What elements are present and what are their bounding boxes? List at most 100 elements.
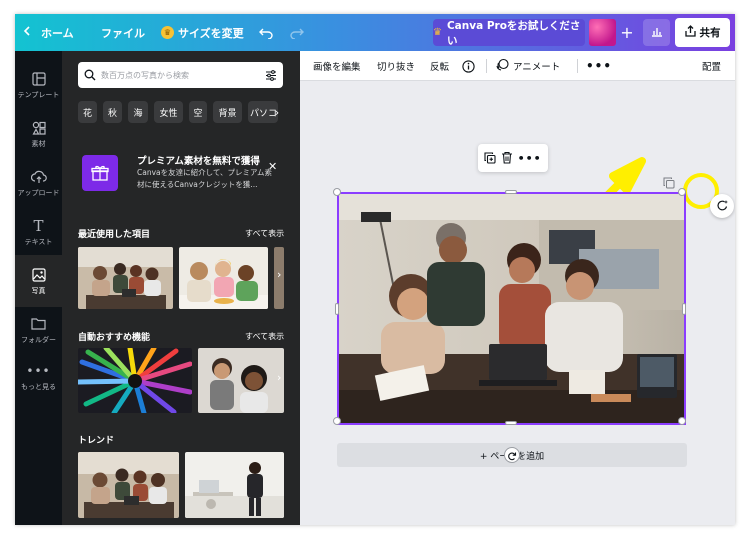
undo-icon[interactable] xyxy=(259,14,273,51)
promo-body: Canvaを友達に紹介して、プレミアム素材に使えるCanvaクレジットを獲... xyxy=(137,168,272,189)
template-icon xyxy=(31,71,47,87)
trend-photo-office[interactable] xyxy=(185,452,284,518)
search-icon xyxy=(84,66,96,85)
keyword-chip[interactable]: 海 xyxy=(128,101,148,123)
upload-icon xyxy=(30,169,47,185)
animate-button[interactable]: アニメート xyxy=(496,51,560,81)
crop-button[interactable]: 切り抜き xyxy=(377,51,415,81)
resize-handle-left[interactable] xyxy=(335,303,339,315)
rail-label: フォルダー xyxy=(21,335,56,344)
premium-promo-card[interactable]: プレミアム素材を無料で獲得 Canvaを友達に紹介して、プレミアム素材に使えるC… xyxy=(82,153,282,203)
keyword-chip[interactable]: 秋 xyxy=(103,101,122,123)
animate-label: アニメート xyxy=(513,62,561,73)
flip-button[interactable]: 反転 xyxy=(430,51,449,81)
auto-photo-kids[interactable] xyxy=(198,348,284,413)
home-label: ホーム xyxy=(41,26,74,40)
info-icon[interactable] xyxy=(462,51,475,81)
element-context-menu: ••• xyxy=(478,144,548,172)
design-canvas: ••• + xyxy=(300,81,735,525)
rail-item-templates[interactable]: テンプレート xyxy=(15,59,62,111)
add-member-button[interactable]: + xyxy=(617,19,637,46)
rail-item-elements[interactable]: 素材 xyxy=(15,108,62,160)
magic-edit-button[interactable] xyxy=(710,194,734,218)
recent-photo-meeting[interactable] xyxy=(78,247,173,309)
resize-handle-bottom-left[interactable] xyxy=(333,417,341,425)
rail-item-text[interactable]: T テキスト xyxy=(15,206,62,258)
auto-photo-pencils[interactable] xyxy=(78,348,192,413)
auto-section-title: 自動おすすめ機能 xyxy=(78,333,151,343)
rail-label: もっと見る xyxy=(21,382,56,391)
bar-chart-icon xyxy=(651,26,663,40)
team-meeting-photo xyxy=(339,194,684,423)
keyword-chip[interactable]: 背景 xyxy=(213,101,242,123)
insights-button[interactable] xyxy=(643,19,670,46)
keyword-chip[interactable]: 女性 xyxy=(154,101,183,123)
folder-icon xyxy=(31,316,47,332)
more-options-icon[interactable]: ••• xyxy=(518,152,542,165)
auto-see-all-link[interactable]: すべて表示 xyxy=(245,331,284,342)
resize-handle-bottom[interactable] xyxy=(505,421,517,425)
share-label: 共有 xyxy=(699,27,721,39)
rail-label: 写真 xyxy=(31,286,46,295)
duplicate-icon[interactable] xyxy=(484,149,496,168)
recent-section-title: 最近使用した項目 xyxy=(78,230,151,240)
redo-icon[interactable] xyxy=(290,14,304,51)
share-button[interactable]: 共有 xyxy=(675,18,730,47)
crown-icon: ♛ xyxy=(433,27,442,38)
rail-label: テンプレート xyxy=(17,90,60,99)
elements-icon xyxy=(31,120,47,136)
rail-item-uploads[interactable]: アップロード xyxy=(15,157,62,209)
chevron-right-icon[interactable]: › xyxy=(271,101,283,123)
rail-label: アップロード xyxy=(17,188,60,197)
home-button[interactable]: ホーム xyxy=(23,14,74,51)
trend-photo-meeting[interactable] xyxy=(78,452,179,518)
try-canva-pro-button[interactable]: ♛ Canva Proをお試しください xyxy=(433,19,585,47)
rail-item-more[interactable]: ••• もっと見る xyxy=(15,351,62,403)
trash-icon[interactable] xyxy=(501,149,513,168)
side-rail: テンプレート 素材 アップロード T テキスト 写真 フォルダー ••• もっと… xyxy=(15,51,62,525)
file-menu[interactable]: ファイル xyxy=(101,14,145,51)
rail-item-photos[interactable]: 写真 xyxy=(15,255,62,307)
selected-photo[interactable] xyxy=(333,188,686,425)
search-input[interactable] xyxy=(101,70,260,80)
rail-label: テキスト xyxy=(24,237,53,246)
photo-icon xyxy=(31,267,47,283)
resize-button[interactable]: ♛ サイズを変更 xyxy=(161,14,244,51)
arrange-button[interactable]: 配置 xyxy=(702,51,721,81)
resize-label: サイズを変更 xyxy=(178,26,244,40)
resize-handle-top-left[interactable] xyxy=(333,188,341,196)
keyword-chip[interactable]: 花 xyxy=(78,101,97,123)
more-icon: ••• xyxy=(26,363,51,378)
promo-title: プレミアム素材を無料で獲得 xyxy=(137,156,260,167)
more-options-icon[interactable]: ••• xyxy=(586,51,612,81)
trend-section-title: トレンド xyxy=(78,436,115,446)
animate-icon xyxy=(496,58,509,74)
resize-handle-right[interactable] xyxy=(682,303,686,315)
copy-style-icon[interactable] xyxy=(663,174,677,189)
rail-label: 素材 xyxy=(31,139,46,148)
chevron-right-icon[interactable]: › xyxy=(277,371,281,384)
edit-image-button[interactable]: 画像を編集 xyxy=(313,51,361,81)
photos-panel: 花 秋 海 女性 空 背景 パソコ › プレミアム素材を無料で獲得 Canvaを… xyxy=(62,51,300,525)
recent-photo-family[interactable] xyxy=(179,247,268,309)
editor-toolbar: 画像を編集 切り抜き 反転 アニメート ••• 配置 xyxy=(300,51,735,81)
resize-handle-top[interactable] xyxy=(505,190,517,194)
sparkle-refresh-icon xyxy=(716,197,729,216)
resize-handle-top-right[interactable] xyxy=(678,188,686,196)
close-icon[interactable]: ✕ xyxy=(268,160,277,173)
rotate-icon xyxy=(507,446,517,465)
keyword-chips: 花 秋 海 女性 空 背景 パソコ › xyxy=(78,101,283,123)
avatar[interactable] xyxy=(589,19,616,46)
chevron-right-icon[interactable]: › xyxy=(277,268,281,281)
share-icon xyxy=(684,25,696,40)
rail-item-folders[interactable]: フォルダー xyxy=(15,304,62,356)
filter-icon[interactable] xyxy=(265,66,277,85)
toolbar-divider xyxy=(577,59,578,73)
resize-handle-bottom-right[interactable] xyxy=(678,417,686,425)
recent-see-all-link[interactable]: すべて表示 xyxy=(245,228,284,239)
search-box[interactable] xyxy=(78,62,283,88)
keyword-chip[interactable]: 空 xyxy=(189,101,207,123)
top-bar: ホーム ファイル ♛ サイズを変更 ♛ Canva Proをお試しください + xyxy=(15,14,735,51)
gift-icon xyxy=(82,155,118,191)
rotate-handle[interactable] xyxy=(504,447,520,463)
